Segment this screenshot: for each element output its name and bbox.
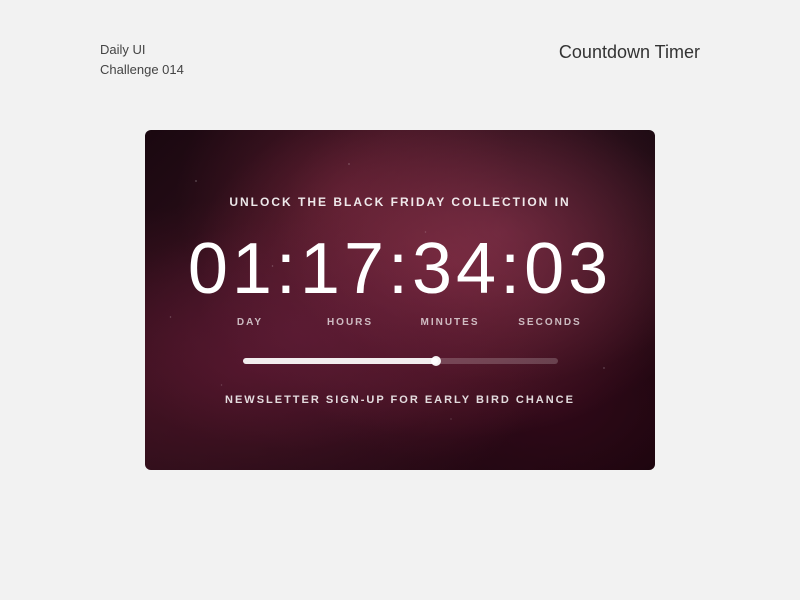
challenge-label: Challenge 014 [100,60,184,80]
page-title: Countdown Timer [559,40,700,63]
page-wrapper: Daily UI Challenge 014 Countdown Timer U… [0,0,800,600]
label-seconds: SECONDS [500,317,600,328]
newsletter-text: NEWSLETTER SIGN-UP FOR EARLY BIRD CHANCE [225,394,575,406]
countdown-card: UNLOCK THE BLACK FRIDAY COLLECTION IN 01… [145,130,655,470]
card-content: UNLOCK THE BLACK FRIDAY COLLECTION IN 01… [145,195,655,406]
label-day: DAY [200,317,300,328]
header: Daily UI Challenge 014 Countdown Timer [0,40,800,79]
daily-ui-label: Daily UI [100,40,184,60]
unlock-text: UNLOCK THE BLACK FRIDAY COLLECTION IN [229,195,570,209]
header-left: Daily UI Challenge 014 [100,40,184,79]
label-minutes: MINUTES [400,317,500,328]
countdown-labels: DAY HOURS MINUTES SECONDS [175,317,625,328]
label-hours: HOURS [300,317,400,328]
countdown-display: 01:17:34:03 [188,233,612,305]
progress-bar-container [243,358,558,364]
progress-bar-fill [243,358,438,364]
